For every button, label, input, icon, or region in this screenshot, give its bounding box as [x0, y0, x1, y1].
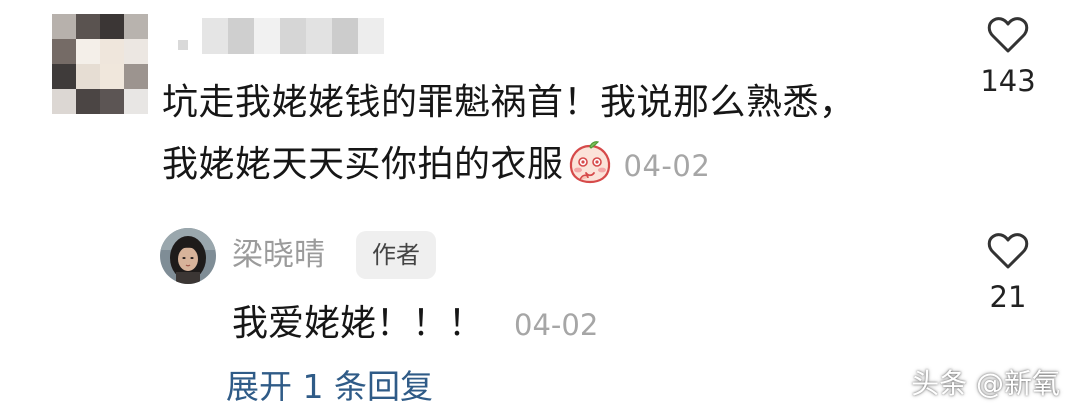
comment-text-line-1: 坑走我姥姥钱的罪魁祸首！我说那么熟悉， — [162, 82, 856, 123]
comment-like-group[interactable]: 143 — [968, 16, 1048, 98]
reply-like-group[interactable]: 21 — [968, 232, 1048, 314]
comment-text-line-2: 我姥姥天天买你拍的衣服 04-02 — [162, 134, 922, 197]
reply-body: 我爱姥姥！！！ 04-02 — [232, 296, 598, 353]
username-pixelation — [178, 18, 384, 54]
reply-like-count: 21 — [989, 280, 1027, 314]
comment-date: 04-02 — [623, 149, 711, 183]
watermark: 头条 @新氧 — [911, 367, 1060, 400]
heart-outline-icon[interactable] — [987, 16, 1029, 54]
avatar-image — [160, 228, 216, 284]
author-badge: 作者 — [356, 231, 436, 279]
reply-date: 04-02 — [514, 308, 599, 342]
comment-text: 我姥姥天天买你拍的衣服 — [162, 144, 564, 185]
reply-author-avatar[interactable] — [160, 228, 216, 284]
shy-peach-emoji-icon — [569, 141, 610, 184]
comment-like-count: 143 — [980, 64, 1036, 98]
expand-replies-link[interactable]: 展开 1 条回复 — [226, 364, 433, 410]
commenter-avatar-pixelated[interactable] — [52, 14, 148, 114]
reply-author-username[interactable]: 梁晓晴 — [232, 232, 325, 278]
commenter-username[interactable] — [178, 16, 384, 56]
comment-body: 坑走我姥姥钱的罪魁祸首！我说那么熟悉， 我姥姥天天买你拍的衣服 04-02 — [162, 72, 922, 197]
heart-outline-icon[interactable] — [987, 232, 1029, 270]
reply-text: 我爱姥姥！！！ — [232, 303, 485, 344]
